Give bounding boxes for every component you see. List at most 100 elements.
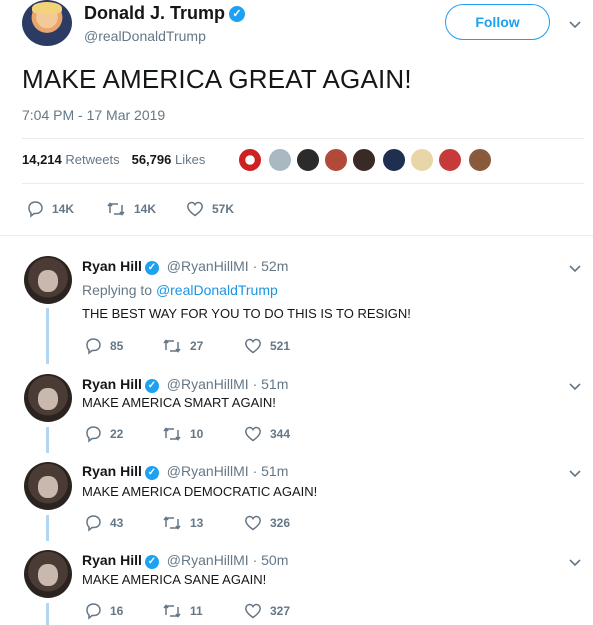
like-button[interactable]: 344: [244, 425, 290, 443]
reply-header: Ryan Hill ✓ @RyanHillMI · 52m: [82, 258, 288, 275]
liker-avatar[interactable]: [468, 148, 492, 172]
chevron-down-icon[interactable]: [568, 17, 582, 31]
liker-avatar[interactable]: [410, 148, 434, 172]
heart-icon: [245, 515, 261, 531]
heart-icon: [245, 426, 261, 442]
divider: [0, 235, 593, 236]
reply-author-handle[interactable]: @RyanHillMI: [167, 552, 249, 568]
divider: [22, 138, 584, 139]
chevron-down-icon[interactable]: [568, 555, 582, 569]
like-button[interactable]: 521: [244, 337, 290, 355]
replying-to-link[interactable]: @realDonaldTrump: [156, 282, 278, 298]
like-count: 57K: [212, 202, 235, 216]
reply-icon: [86, 515, 101, 532]
verified-badge-icon: ✓: [144, 466, 159, 480]
reply-avatar[interactable]: [24, 550, 72, 598]
retweet-count: 14K: [134, 202, 157, 216]
reply-header: Ryan Hill ✓ @RyanHillMI · 51m: [82, 463, 288, 480]
reply-icon: [86, 603, 101, 620]
thread-line: [46, 427, 49, 453]
retweet-button[interactable]: 10: [162, 425, 203, 443]
like-button[interactable]: 327: [244, 602, 290, 620]
divider: [22, 183, 584, 184]
verified-badge-icon: ✓: [144, 555, 159, 569]
like-count: 327: [270, 604, 291, 618]
reply-icon: [28, 201, 43, 218]
reply-text: MAKE AMERICA DEMOCRATIC AGAIN!: [82, 484, 318, 499]
reply-count: 16: [110, 604, 124, 618]
author-avatar[interactable]: [22, 0, 72, 46]
retweet-icon: [163, 604, 181, 618]
reply-count: 85: [110, 339, 124, 353]
retweet-icon: [163, 427, 181, 441]
reply-button[interactable]: 16: [84, 602, 123, 620]
reply-avatar[interactable]: [24, 462, 72, 510]
reply-time[interactable]: · 50m: [253, 552, 289, 568]
verified-badge-icon: ✓: [144, 379, 159, 393]
reply-count: 14K: [52, 202, 75, 216]
liker-avatar[interactable]: [268, 148, 292, 172]
retweet-button[interactable]: 27: [162, 337, 203, 355]
reply-author-name[interactable]: Ryan Hill: [82, 376, 142, 392]
author-handle[interactable]: @realDonaldTrump: [84, 28, 206, 44]
author-name-row[interactable]: Donald J. Trump ✓: [84, 3, 246, 24]
follow-button[interactable]: Follow: [445, 4, 550, 40]
retweet-count: 13: [190, 516, 204, 530]
retweet-button[interactable]: 14K: [106, 200, 156, 218]
liker-avatar[interactable]: [382, 148, 406, 172]
replying-to: Replying to @realDonaldTrump: [82, 282, 278, 298]
author-name[interactable]: Donald J. Trump: [84, 3, 225, 23]
retweets-stat[interactable]: 14,214 Retweets: [22, 152, 120, 167]
liker-avatar[interactable]: [324, 148, 348, 172]
retweet-icon: [107, 202, 125, 216]
chevron-down-icon[interactable]: [568, 261, 582, 275]
thread-line: [46, 308, 49, 364]
reply-count: 43: [110, 516, 124, 530]
liker-avatar[interactable]: [296, 148, 320, 172]
retweet-button[interactable]: 11: [162, 602, 203, 620]
liker-avatar[interactable]: [352, 148, 376, 172]
reply-button[interactable]: 43: [84, 514, 123, 532]
reply-avatar[interactable]: [24, 256, 72, 304]
liker-avatar[interactable]: [238, 148, 262, 172]
heart-icon: [187, 201, 203, 217]
reply-button[interactable]: 14K: [26, 200, 74, 218]
verified-badge-icon: ✓: [144, 261, 159, 275]
retweet-icon: [163, 516, 181, 530]
reply-text: MAKE AMERICA SANE AGAIN!: [82, 572, 267, 587]
reply-author-handle[interactable]: @RyanHillMI: [167, 258, 249, 274]
reply-button[interactable]: 85: [84, 337, 123, 355]
verified-badge-icon: ✓: [229, 6, 246, 22]
reply-button[interactable]: 22: [84, 425, 123, 443]
reply-author-handle[interactable]: @RyanHillMI: [167, 376, 249, 392]
retweet-icon: [163, 339, 181, 353]
heart-icon: [245, 338, 261, 354]
reply-text: MAKE AMERICA SMART AGAIN!: [82, 395, 276, 410]
liker-avatar[interactable]: [438, 148, 462, 172]
reply-header: Ryan Hill ✓ @RyanHillMI · 51m: [82, 376, 288, 393]
reply-time[interactable]: · 51m: [253, 463, 289, 479]
reply-author-handle[interactable]: @RyanHillMI: [167, 463, 249, 479]
reply-icon: [86, 338, 101, 355]
like-count: 344: [270, 427, 291, 441]
reply-avatar[interactable]: [24, 374, 72, 422]
tweet-stats: 14,214 Retweets 56,796 Likes: [22, 152, 205, 167]
reply-text: THE BEST WAY FOR YOU TO DO THIS IS TO RE…: [82, 306, 411, 321]
reply-header: Ryan Hill ✓ @RyanHillMI · 50m: [82, 552, 288, 569]
retweet-count: 10: [190, 427, 204, 441]
tweet-timestamp[interactable]: 7:04 PM - 17 Mar 2019: [22, 107, 165, 123]
chevron-down-icon[interactable]: [568, 466, 582, 480]
reply-time[interactable]: · 52m: [253, 258, 289, 274]
retweet-count: 11: [190, 604, 203, 618]
reply-author-name[interactable]: Ryan Hill: [82, 258, 142, 274]
thread-line: [46, 603, 49, 625]
likes-stat[interactable]: 56,796 Likes: [132, 152, 206, 167]
like-button[interactable]: 326: [244, 514, 290, 532]
reply-time[interactable]: · 51m: [253, 376, 289, 392]
chevron-down-icon[interactable]: [568, 379, 582, 393]
reply-icon: [86, 426, 101, 443]
reply-author-name[interactable]: Ryan Hill: [82, 552, 142, 568]
retweet-button[interactable]: 13: [162, 514, 203, 532]
like-button[interactable]: 57K: [186, 200, 234, 218]
reply-author-name[interactable]: Ryan Hill: [82, 463, 142, 479]
